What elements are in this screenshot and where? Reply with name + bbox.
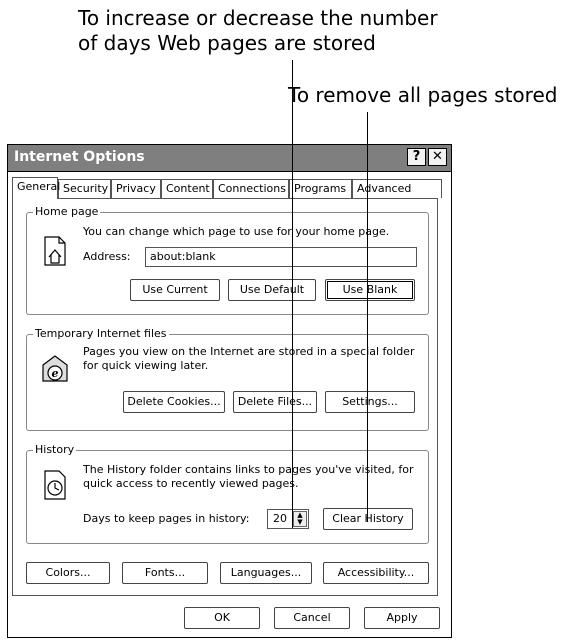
address-label: Address: <box>83 250 131 263</box>
callout-days-line2: of days Web pages are stored <box>78 31 376 55</box>
days-to-keep-value: 20 <box>273 512 287 525</box>
tab-general[interactable]: General <box>12 177 60 199</box>
close-button[interactable]: ✕ <box>428 148 447 166</box>
tab-security[interactable]: Security <box>58 179 111 198</box>
languages-button[interactable]: Languages... <box>220 562 312 584</box>
home-page-group-label: Home page <box>33 205 101 219</box>
temp-files-description-line1: Pages you view on the Internet are store… <box>83 345 415 358</box>
accessibility-button[interactable]: Accessibility... <box>323 562 429 584</box>
use-current-button[interactable]: Use Current <box>130 279 220 301</box>
callout-days-stored: To increase or decrease the number of da… <box>78 6 438 56</box>
apply-button[interactable]: Apply <box>364 607 440 629</box>
days-to-keep-stepper[interactable]: 20 ▲ ▼ <box>267 509 309 529</box>
tab-connections[interactable]: Connections <box>213 179 289 198</box>
title-bar[interactable]: Internet Options ? ✕ <box>8 145 451 172</box>
cancel-button[interactable]: Cancel <box>274 607 350 629</box>
use-blank-button[interactable]: Use Blank <box>325 279 415 301</box>
home-page-group: Home page You can change which page to u… <box>26 205 429 315</box>
clear-history-button[interactable]: Clear History <box>323 508 413 530</box>
home-page-description: You can change which page to use for you… <box>83 225 390 238</box>
tab-programs[interactable]: Programs <box>289 179 352 198</box>
temp-files-group: Temporary Internet files e Pages you vie… <box>26 327 429 431</box>
days-to-keep-label: Days to keep pages in history: <box>83 512 250 525</box>
tab-content[interactable]: Content <box>161 179 213 198</box>
colors-button[interactable]: Colors... <box>26 562 110 584</box>
address-field[interactable]: about:blank <box>145 247 417 267</box>
general-tab-panel: Home page You can change which page to u… <box>12 198 438 596</box>
callout-remove-all: To remove all pages stored <box>288 83 558 107</box>
history-description-line1: The History folder contains links to pag… <box>83 463 414 476</box>
fonts-button[interactable]: Fonts... <box>122 562 208 584</box>
tab-advanced[interactable]: Advanced <box>352 179 442 198</box>
help-button[interactable]: ? <box>407 148 426 166</box>
history-group: History The History folder contains link… <box>26 443 429 544</box>
home-page-icon <box>44 236 66 266</box>
spinner-arrows-icon[interactable]: ▲ ▼ <box>293 511 307 527</box>
delete-files-button[interactable]: Delete Files... <box>233 391 317 413</box>
delete-cookies-button[interactable]: Delete Cookies... <box>123 391 225 413</box>
internet-files-icon: e <box>42 355 68 382</box>
temp-files-group-label: Temporary Internet files <box>33 327 169 341</box>
svg-text:e: e <box>52 367 59 380</box>
use-default-button[interactable]: Use Default <box>228 279 316 301</box>
tab-privacy[interactable]: Privacy <box>111 179 161 198</box>
history-group-label: History <box>33 443 77 457</box>
temp-files-description-line2: for quick viewing later. <box>83 359 209 372</box>
internet-options-dialog: Internet Options ? ✕ General Security Pr… <box>7 144 452 638</box>
window-title: Internet Options <box>14 149 145 165</box>
history-icon <box>44 470 66 500</box>
leader-line-days <box>292 60 293 528</box>
callout-days-line1: To increase or decrease the number <box>78 6 438 30</box>
history-description-line2: quick access to recently viewed pages. <box>83 477 299 490</box>
settings-button[interactable]: Settings... <box>325 391 415 413</box>
ok-button[interactable]: OK <box>184 607 260 629</box>
leader-line-clear-history <box>367 112 368 522</box>
